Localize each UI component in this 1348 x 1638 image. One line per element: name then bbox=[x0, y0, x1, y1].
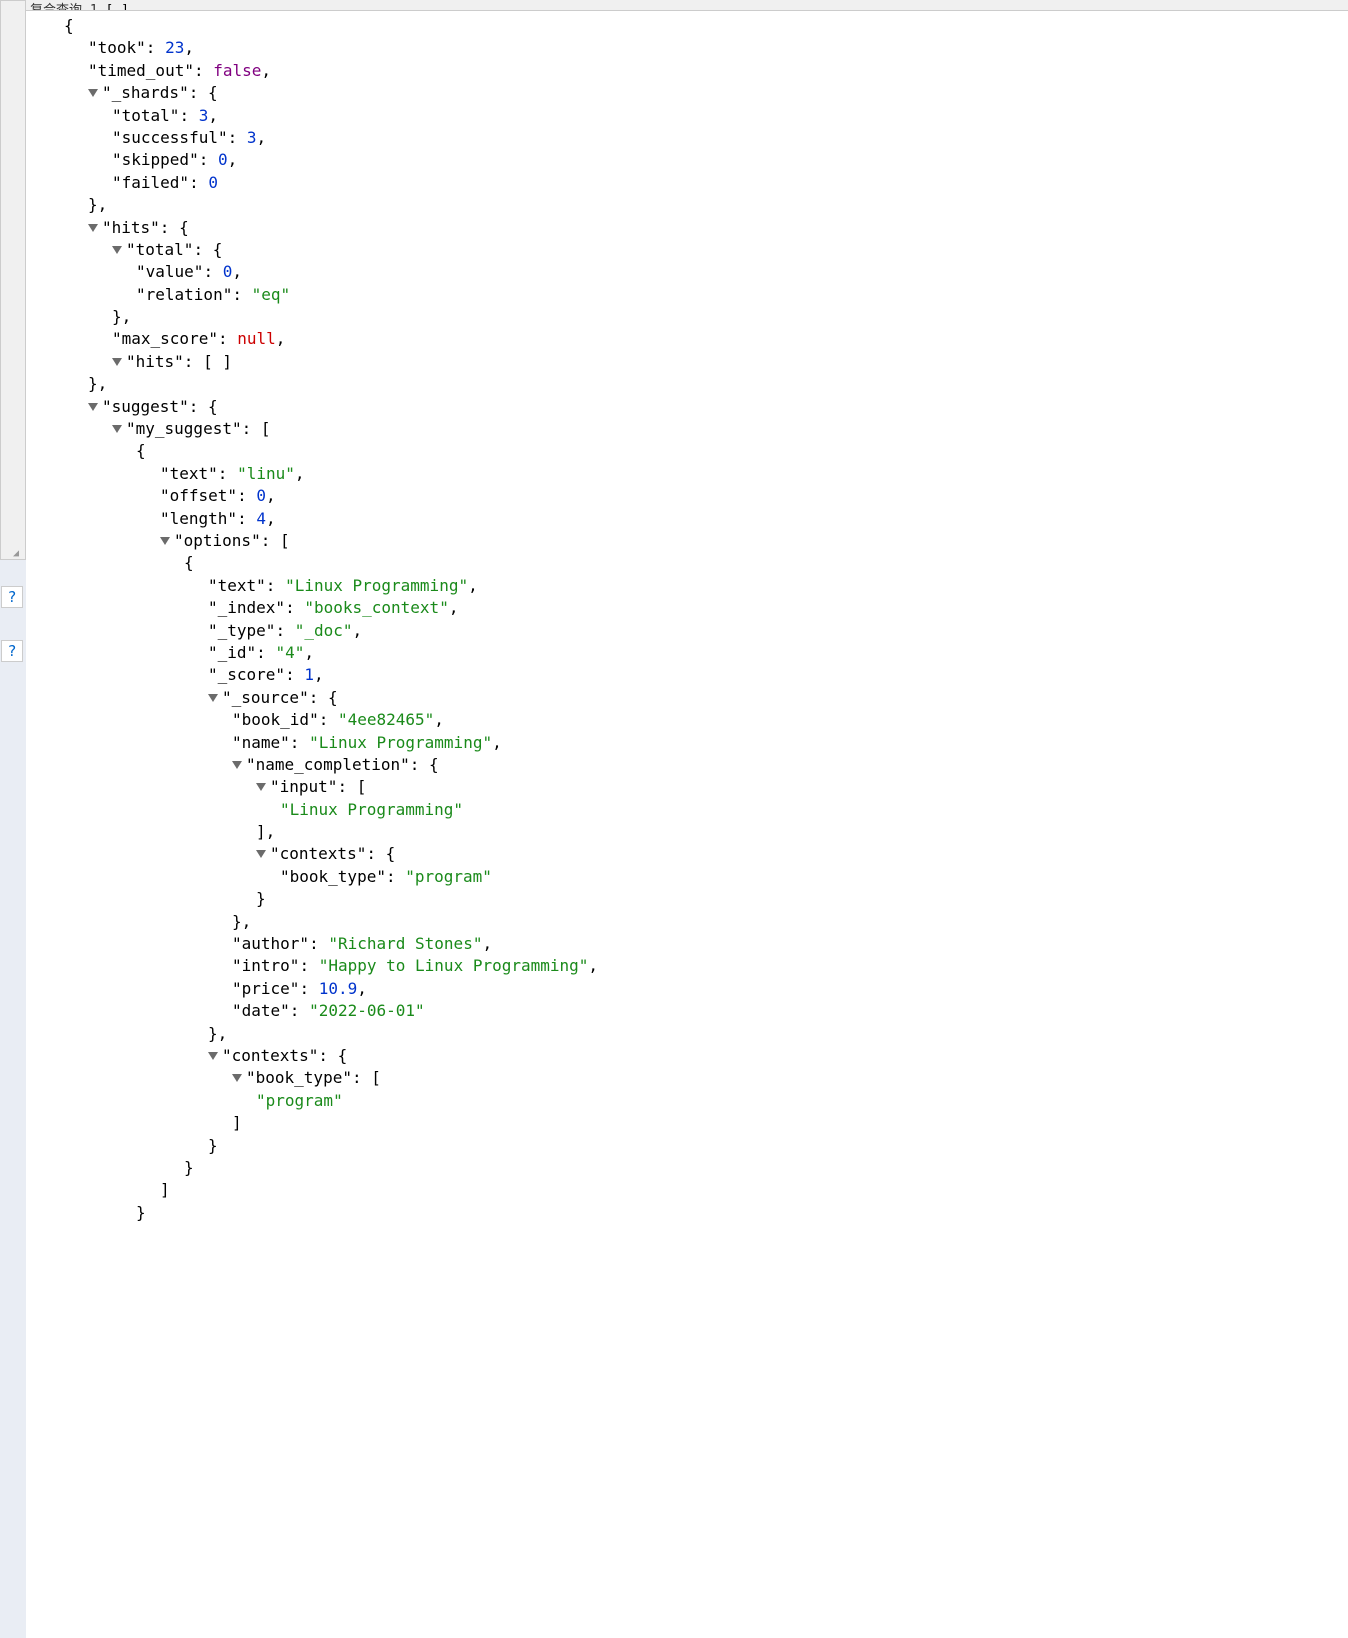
timed-out-value: false bbox=[213, 61, 261, 80]
option-index: "books_context" bbox=[304, 598, 449, 617]
source-price: 10.9 bbox=[319, 979, 358, 998]
shards-total: 3 bbox=[199, 106, 209, 125]
suggest-offset: 0 bbox=[256, 486, 266, 505]
toggle-icon[interactable] bbox=[88, 89, 98, 97]
contexts-book-type: "program" bbox=[256, 1091, 343, 1110]
source-intro: "Happy to Linux Programming" bbox=[319, 956, 589, 975]
toggle-icon[interactable] bbox=[88, 403, 98, 411]
toggle-icon[interactable] bbox=[256, 850, 266, 858]
toggle-icon[interactable] bbox=[112, 358, 122, 366]
took-value: 23 bbox=[165, 38, 184, 57]
shards-successful: 3 bbox=[247, 128, 257, 147]
shards-failed: 0 bbox=[208, 173, 218, 192]
main-content: 复合查询 1 [ ] { "took": 23, "timed_out": fa… bbox=[26, 0, 1348, 1638]
hits-array: [ ] bbox=[203, 352, 232, 371]
toggle-icon[interactable] bbox=[208, 1052, 218, 1060]
resize-icon: ◢ bbox=[13, 547, 23, 557]
toggle-icon[interactable] bbox=[112, 246, 122, 254]
hits-relation: "eq" bbox=[252, 285, 291, 304]
toggle-icon[interactable] bbox=[232, 1074, 242, 1082]
json-viewer: { "took": 23, "timed_out": false, "_shar… bbox=[26, 11, 1348, 1224]
toggle-icon[interactable] bbox=[88, 224, 98, 232]
toggle-icon[interactable] bbox=[256, 783, 266, 791]
tab-title[interactable]: 复合查询 1 bbox=[30, 3, 105, 11]
toggle-icon[interactable] bbox=[208, 694, 218, 702]
suggest-text: "linu" bbox=[237, 464, 295, 483]
tab-bar: 复合查询 1 [ ] bbox=[26, 0, 1348, 11]
source-date: "2022-06-01" bbox=[309, 1001, 425, 1020]
help-button-2[interactable]: ? bbox=[1, 640, 23, 662]
shards-skipped: 0 bbox=[218, 150, 228, 169]
source-author: "Richard Stones" bbox=[328, 934, 482, 953]
option-type: "_doc" bbox=[295, 621, 353, 640]
help-button-1[interactable]: ? bbox=[1, 586, 23, 608]
sidebar: ◢ ? ? bbox=[0, 0, 26, 1638]
sidebar-resize-panel[interactable]: ◢ bbox=[0, 0, 26, 560]
option-score: 1 bbox=[304, 665, 314, 684]
toggle-icon[interactable] bbox=[160, 537, 170, 545]
context-book-type: "program" bbox=[405, 867, 492, 886]
option-text: "Linux Programming" bbox=[285, 576, 468, 595]
source-name: "Linux Programming" bbox=[309, 733, 492, 752]
input-value: "Linux Programming" bbox=[280, 800, 463, 819]
hits-total-value: 0 bbox=[223, 262, 233, 281]
suggest-key: "my_suggest" bbox=[126, 419, 242, 438]
toggle-icon[interactable] bbox=[112, 425, 122, 433]
toggle-icon[interactable] bbox=[232, 761, 242, 769]
source-book-id: "4ee82465" bbox=[338, 710, 434, 729]
max-score: null bbox=[237, 329, 276, 348]
suggest-length: 4 bbox=[256, 509, 266, 528]
option-id: "4" bbox=[275, 643, 304, 662]
